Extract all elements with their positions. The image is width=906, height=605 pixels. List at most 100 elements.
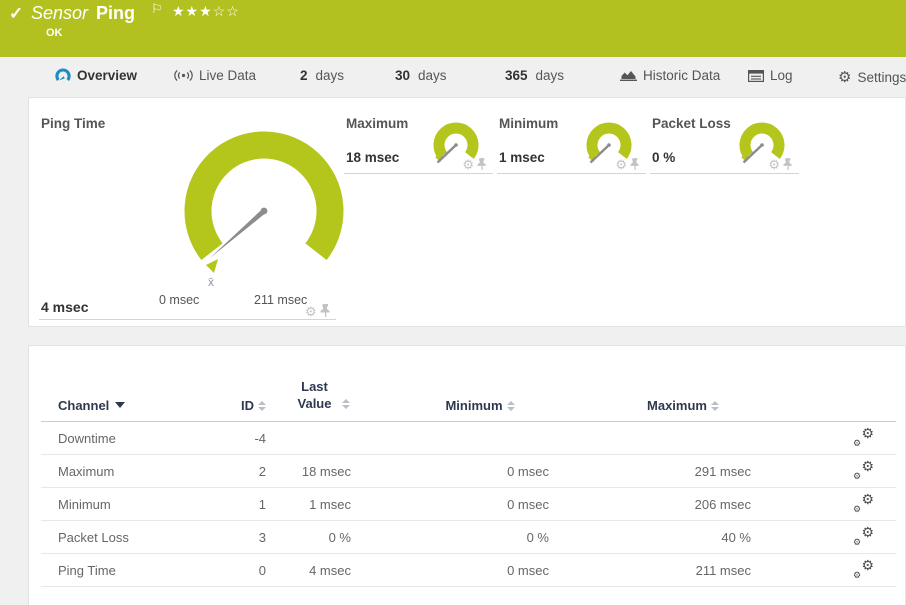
tab-settings-label: Settings [857,70,906,85]
channel-id: 2 [208,464,266,479]
column-header-maximum[interactable]: Maximum [549,398,751,413]
channel-id: 1 [208,497,266,512]
channel-id: 3 [208,530,266,545]
sort-icon[interactable] [711,401,719,411]
column-header-last-value[interactable]: Last Value [266,379,351,413]
mini-gauge-value: 0 % [652,150,675,165]
column-header-channel[interactable]: Channel [41,398,208,413]
mini-gauge-tools: ⚙ [768,158,793,171]
tab-bar: Overview Live Data 2 days 30 days 365 da… [0,57,906,97]
mini-gauge-value: 1 msec [499,150,545,165]
tab-365-days-label: days [536,68,565,83]
mini-gauge-title: Maximum [346,116,408,131]
table-row-packet-loss[interactable]: Packet Loss 3 0 % 0 % 40 % ⚙⚙ [41,521,896,554]
channel-id: -4 [208,431,266,446]
channel-last-value: 1 msec [266,497,351,512]
channel-settings-icon[interactable]: ⚙⚙ [854,461,874,479]
tab-30-days[interactable]: 30 days [395,68,447,83]
gauge-icon [55,68,71,83]
gauge-divider [344,173,493,174]
column-header-id[interactable]: ID [208,398,266,413]
channel-settings-icon[interactable]: ⚙⚙ [854,428,874,446]
mini-gauge-tools: ⚙ [462,158,487,171]
gauge-scale-max: 211 msec [254,293,307,307]
main-gauge-tools: ⚙ [305,304,331,318]
pin-icon[interactable] [630,158,640,171]
channel-settings-icon[interactable]: ⚙⚙ [854,527,874,545]
mini-gauge-value: 18 msec [346,150,399,165]
channel-name[interactable]: Minimum [41,497,208,512]
channel-maximum: 211 msec [549,563,751,578]
channels-panel: Channel ID Last Value Minimum Maximum Do… [28,345,906,605]
tab-live-data[interactable]: Live Data [174,68,256,83]
status-check-icon: ✓ [9,4,23,24]
channel-table: Channel ID Last Value Minimum Maximum Do… [41,376,896,587]
sort-icon[interactable] [507,401,515,411]
tab-live-data-label: Live Data [199,68,256,83]
tab-30-days-number: 30 [395,68,410,83]
stars-filled[interactable]: ★★★ [172,3,213,19]
tab-365-days[interactable]: 365 days [505,68,564,83]
gauge-scale-min: 0 msec [159,293,199,307]
sensor-name: Ping [96,3,135,24]
tab-overview[interactable]: Overview [55,68,137,83]
gauges-panel: Ping Time x̄ 0 msec 211 msec 4 msec ⚙ Ma… [28,97,906,327]
table-row-minimum[interactable]: Minimum 1 1 msec 0 msec 206 msec ⚙⚙ [41,488,896,521]
channel-last-value: 0 % [266,530,351,545]
tab-log[interactable]: Log [748,68,793,83]
tab-overview-label: Overview [77,68,137,83]
status-badge: OK [46,27,63,39]
tab-log-label: Log [770,68,793,83]
settings-icon: ⚙ [838,68,851,86]
mini-gauge-title: Minimum [499,116,558,131]
channel-name[interactable]: Ping Time [41,563,208,578]
table-header-row: Channel ID Last Value Minimum Maximum [41,376,896,422]
table-row-downtime[interactable]: Downtime -4 ⚙⚙ [41,422,896,455]
tab-historic-data[interactable]: Historic Data [620,68,720,83]
historic-data-icon [620,69,637,82]
mini-gauge-minimum: Minimum 1 msec ⚙ [497,98,646,328]
channel-name[interactable]: Downtime [41,431,208,446]
channel-maximum: 40 % [549,530,751,545]
pin-icon[interactable] [477,158,487,171]
tab-30-days-label: days [418,68,447,83]
tab-365-days-number: 365 [505,68,528,83]
gauge-settings-icon[interactable]: ⚙ [768,158,780,171]
tab-2-days[interactable]: 2 days [300,68,344,83]
sort-desc-icon[interactable] [115,402,125,408]
main-gauge-title: Ping Time [41,116,105,131]
sort-icon[interactable] [342,399,350,409]
tab-historic-data-label: Historic Data [643,68,720,83]
average-marker-label: x̄ [208,275,214,289]
channel-minimum: 0 % [351,530,549,545]
column-header-minimum[interactable]: Minimum [351,398,549,413]
pin-icon[interactable] [320,304,331,318]
tab-2-days-label: days [316,68,345,83]
priority-stars[interactable]: ★★★☆☆ [172,3,240,20]
table-row-maximum[interactable]: Maximum 2 18 msec 0 msec 291 msec ⚙⚙ [41,455,896,488]
mini-gauge-packet-loss: Packet Loss 0 % ⚙ [650,98,799,328]
ping-time-value: 4 msec [41,299,88,315]
gauge-divider [650,173,799,174]
gauge-settings-icon[interactable]: ⚙ [462,158,474,171]
flag-icon[interactable]: ⚐ [151,1,163,17]
gauge-settings-icon[interactable]: ⚙ [615,158,627,171]
table-row-ping-time[interactable]: Ping Time 0 4 msec 0 msec 211 msec ⚙⚙ [41,554,896,587]
sensor-header: ✓ Sensor Ping ⚐ ★★★☆☆ OK [0,0,906,57]
mini-gauge-tools: ⚙ [615,158,640,171]
ping-time-gauge [179,129,349,289]
sort-icon[interactable] [258,401,266,411]
channel-maximum: 206 msec [549,497,751,512]
stars-empty[interactable]: ☆☆ [213,3,240,19]
prtg-sensor-page: ✓ Sensor Ping ⚐ ★★★☆☆ OK Overview Live D… [0,0,906,597]
channel-minimum: 0 msec [351,464,549,479]
channel-name[interactable]: Packet Loss [41,530,208,545]
tab-settings[interactable]: ⚙ Settings [838,68,906,86]
channel-last-value: 4 msec [266,563,351,578]
channel-settings-icon[interactable]: ⚙⚙ [854,494,874,512]
gauge-settings-icon[interactable]: ⚙ [305,305,317,318]
pin-icon[interactable] [783,158,793,171]
live-data-icon [174,69,193,82]
channel-name[interactable]: Maximum [41,464,208,479]
channel-settings-icon[interactable]: ⚙⚙ [854,560,874,578]
